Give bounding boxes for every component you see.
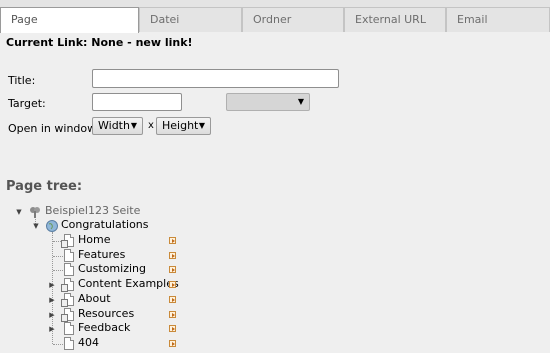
tree-item-home[interactable]: Home [78, 233, 110, 247]
chevron-down-icon: ▼ [297, 97, 304, 106]
select-arrow-icon[interactable] [169, 325, 176, 332]
height-select-value: Height [162, 119, 199, 132]
select-arrow-icon[interactable] [169, 311, 176, 318]
globe-icon [45, 219, 59, 236]
page-icon [61, 278, 74, 292]
select-arrow-icon[interactable] [169, 340, 176, 347]
page-icon [61, 308, 74, 322]
select-arrow-icon[interactable] [169, 237, 176, 244]
expand-toggle-icon[interactable]: ▶ [48, 296, 56, 304]
tab-datei[interactable]: Datei [139, 7, 242, 32]
page-tree-heading: Page tree: [6, 179, 83, 194]
expand-toggle-icon[interactable]: ▶ [48, 281, 56, 289]
tree-item-congratulations[interactable]: Congratulations [61, 218, 149, 232]
page-icon [61, 293, 74, 307]
target-label: Target: [8, 97, 46, 110]
tree-item-content-examples[interactable]: Content Examples [78, 277, 179, 291]
tab-ordner[interactable]: Ordner [242, 7, 344, 32]
tree-item-resources[interactable]: Resources [78, 307, 134, 321]
tree-root-label[interactable]: Beispiel123 Seite [45, 204, 140, 218]
page-icon [64, 263, 74, 276]
page-icon [64, 249, 74, 262]
chevron-down-icon: ▼ [130, 121, 137, 130]
target-input[interactable] [92, 93, 182, 111]
current-link-status: Current Link: None - new link! [6, 36, 193, 49]
tab-page[interactable]: Page [0, 7, 139, 33]
height-select[interactable]: Height ▼ [156, 117, 211, 135]
width-select[interactable]: Width ▼ [92, 117, 143, 135]
tab-bar: Page Datei Ordner External URL Email [0, 0, 550, 33]
tree-item-about[interactable]: About [78, 292, 111, 306]
page-icon [64, 337, 74, 350]
tree-item-404[interactable]: 404 [78, 336, 99, 350]
times-sign: x [148, 120, 154, 131]
collapse-toggle-icon[interactable]: ▼ [32, 222, 40, 230]
select-arrow-icon[interactable] [169, 266, 176, 273]
target-select[interactable]: ▼ [226, 93, 310, 111]
tree-item-feedback[interactable]: Feedback [78, 321, 130, 335]
select-arrow-icon[interactable] [169, 252, 176, 259]
title-label: Title: [8, 74, 36, 87]
width-select-value: Width [98, 119, 130, 132]
title-input[interactable] [92, 69, 339, 88]
select-arrow-icon[interactable] [169, 281, 176, 288]
open-in-window-label: Open in window: [8, 122, 100, 135]
select-arrow-icon[interactable] [169, 296, 176, 303]
tree-item-features[interactable]: Features [78, 248, 125, 262]
page-icon [61, 234, 74, 248]
tab-external-url[interactable]: External URL [344, 7, 446, 32]
tree-item-customizing[interactable]: Customizing [78, 262, 146, 276]
page-icon [64, 322, 74, 335]
collapse-toggle-icon[interactable]: ▼ [15, 208, 23, 216]
expand-toggle-icon[interactable]: ▶ [48, 311, 56, 319]
expand-toggle-icon[interactable]: ▶ [48, 325, 56, 333]
tab-email[interactable]: Email [446, 7, 550, 32]
chevron-down-icon: ▼ [198, 121, 205, 130]
